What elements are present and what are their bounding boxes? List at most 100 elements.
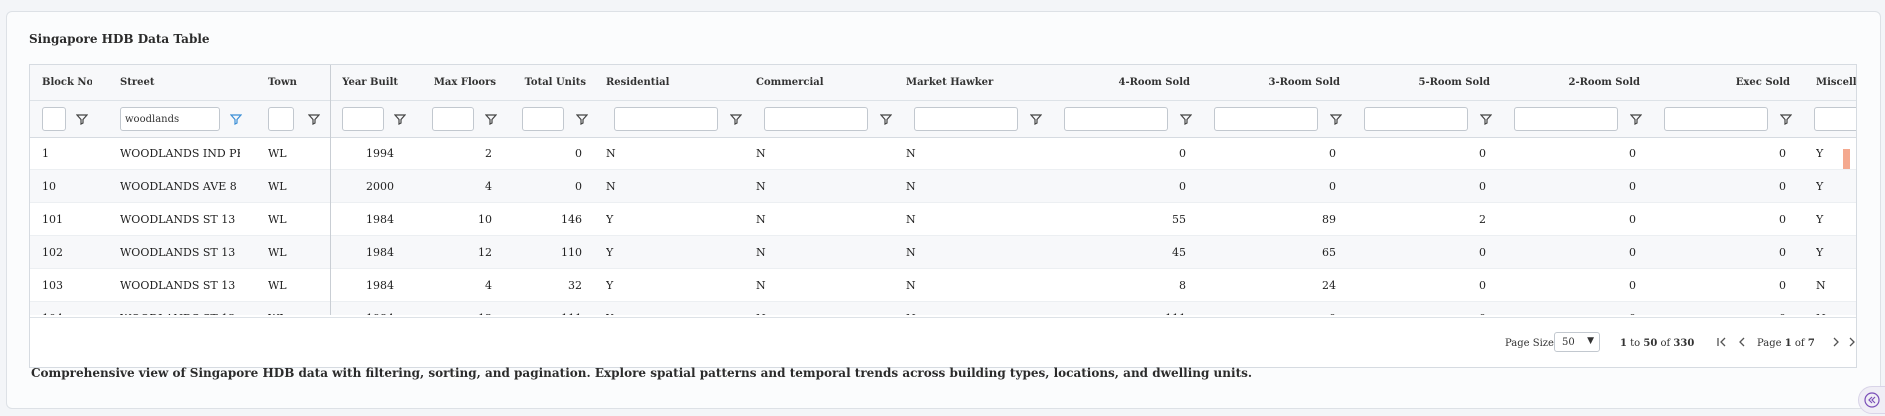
cell-mkt: N: [906, 279, 916, 292]
filter-row: [30, 101, 1856, 138]
filter-icon[interactable]: [307, 113, 321, 125]
column-header-r5[interactable]: 5-Room Sold: [1340, 77, 1490, 88]
cell-mkt: N: [906, 180, 916, 193]
page-size-select[interactable]: 50 ▼: [1554, 332, 1600, 352]
column-header-street[interactable]: Street: [120, 77, 240, 88]
table-row[interactable]: 101 WOODLANDS ST 13 WL 1984 10 146 Y N N 55 89 2 0 0 Y: [30, 203, 1856, 236]
filter-input-res[interactable]: [614, 107, 718, 131]
page-label: Page: [1757, 338, 1782, 349]
filter-input-year[interactable]: [342, 107, 384, 131]
cell-street: WOODLANDS ST 13: [120, 213, 236, 226]
row-range: 1 to 50 of 330: [1620, 338, 1694, 349]
cell-mkt: N: [906, 213, 916, 226]
filter-icon[interactable]: [393, 113, 407, 125]
filter-icon[interactable]: [1029, 113, 1043, 125]
cell-com: N: [756, 312, 896, 315]
filter-icon[interactable]: [75, 113, 89, 125]
cell-misc: N: [1816, 279, 1826, 292]
first-page-icon[interactable]: [1717, 336, 1727, 350]
range-from: 1: [1620, 338, 1627, 349]
range-total: 330: [1673, 338, 1695, 349]
filter-input-r5[interactable]: [1364, 107, 1468, 131]
cell-street: WOODLANDS ST 13: [120, 246, 236, 259]
filter-input-misc[interactable]: [1814, 107, 1856, 131]
table-row[interactable]: 103 WOODLANDS ST 13 WL 1984 4 32 Y N N 8 24 0 0 0 N: [30, 269, 1856, 302]
filter-input-r3[interactable]: [1214, 107, 1318, 131]
last-page-icon[interactable]: [1848, 336, 1856, 350]
table-row[interactable]: 102 WOODLANDS ST 13 WL 1984 12 110 Y N N 45 65 0 0 0 Y: [30, 236, 1856, 269]
cell-r2: 0: [1629, 246, 1636, 259]
cell-r4: 0: [1179, 147, 1186, 160]
chevron-down-icon: ▼: [1587, 336, 1594, 346]
collapse-icon: [1864, 392, 1880, 412]
page-size-label: Page Size:: [1505, 338, 1558, 349]
cell-year: 1994: [366, 147, 394, 160]
column-header-exec[interactable]: Exec Sold: [1640, 77, 1790, 88]
filter-input-com[interactable]: [764, 107, 868, 131]
range-of-label: of: [1660, 338, 1671, 349]
column-header-r2[interactable]: 2-Room Sold: [1490, 77, 1640, 88]
cell-misc: N: [1816, 312, 1856, 315]
cell-units: 32: [568, 279, 582, 292]
filter-input-mkt[interactable]: [914, 107, 1018, 131]
table-row[interactable]: 10 WOODLANDS AVE 8 WL 2000 4 0 N N N 0 0 0 0 0 Y: [30, 170, 1856, 203]
filter-icon[interactable]: [1479, 113, 1493, 125]
filter-input-units[interactable]: [522, 107, 564, 131]
cell-street: WOODLANDS IND PK E3: [120, 147, 240, 160]
cell-com: N: [756, 147, 766, 160]
column-header-mkt[interactable]: Market Hawker: [906, 77, 1046, 88]
cell-floors: 4: [485, 180, 492, 193]
filter-input-exec[interactable]: [1664, 107, 1768, 131]
filter-icon[interactable]: [879, 113, 893, 125]
cell-town: WL: [268, 312, 318, 315]
range-to-label: to: [1630, 338, 1641, 349]
filter-icon[interactable]: [575, 113, 589, 125]
column-header-year[interactable]: Year Built: [330, 77, 398, 88]
filter-icon[interactable]: [1329, 113, 1343, 125]
column-header-block[interactable]: Block No: [42, 77, 92, 88]
vertical-scrollbar[interactable]: [1843, 149, 1850, 169]
filter-input-r4[interactable]: [1064, 107, 1168, 131]
cell-r4: 0: [1179, 180, 1186, 193]
cell-res: N: [606, 180, 616, 193]
cell-units: 0: [575, 180, 582, 193]
filter-input-floors[interactable]: [432, 107, 474, 131]
page-total: 7: [1807, 338, 1815, 349]
filter-icon[interactable]: [729, 113, 743, 125]
table-row[interactable]: 1 WOODLANDS IND PK E3 WL 1994 2 0 N N N 0 0 0 0 0 Y: [30, 137, 1856, 170]
cell-year: 1984: [330, 312, 394, 315]
prev-page-icon[interactable]: [1737, 336, 1747, 350]
filter-input-town[interactable]: [268, 107, 294, 131]
cell-block: 1: [42, 147, 49, 160]
column-header-misc[interactable]: Miscellan: [1816, 77, 1856, 88]
cell-block: 104: [42, 312, 92, 315]
column-header-com[interactable]: Commercial: [756, 77, 896, 88]
column-header-town[interactable]: Town: [268, 77, 318, 88]
next-page-icon[interactable]: [1831, 336, 1841, 350]
filter-icon[interactable]: [1629, 113, 1643, 125]
filter-icon[interactable]: [1179, 113, 1193, 125]
table-row[interactable]: 104WOODLANDS ST 13WL198413111YNN1110000N: [30, 302, 1856, 315]
column-header-res[interactable]: Residential: [606, 77, 746, 88]
header-row: Block No Street Town Year Built Max Floors To…: [30, 65, 1856, 101]
filter-input-r2[interactable]: [1514, 107, 1618, 131]
cell-town: WL: [268, 213, 287, 226]
filter-icon[interactable]: [1779, 113, 1793, 125]
column-header-r4[interactable]: 4-Room Sold: [1040, 77, 1190, 88]
cell-exec: 0: [1779, 180, 1786, 193]
filter-icon[interactable]: [484, 113, 498, 125]
filter-input-block[interactable]: [42, 107, 66, 131]
column-header-units[interactable]: Total Units: [496, 77, 586, 88]
collapse-button[interactable]: [1858, 386, 1885, 414]
cell-floors: 13: [406, 312, 492, 315]
cell-res: Y: [606, 246, 614, 259]
page-title: Singapore HDB Data Table: [29, 32, 210, 46]
column-header-floors[interactable]: Max Floors: [406, 77, 496, 88]
cell-year: 1984: [366, 279, 394, 292]
column-header-r3[interactable]: 3-Room Sold: [1190, 77, 1340, 88]
filter-active-icon[interactable]: [229, 113, 243, 125]
cell-exec: 0: [1779, 246, 1786, 259]
pinned-divider: [330, 65, 331, 315]
filter-input-street[interactable]: [120, 107, 220, 131]
grid-body: 1 WOODLANDS IND PK E3 WL 1994 2 0 N N N 0 0 0 0 0 Y 10 W…: [30, 137, 1856, 315]
